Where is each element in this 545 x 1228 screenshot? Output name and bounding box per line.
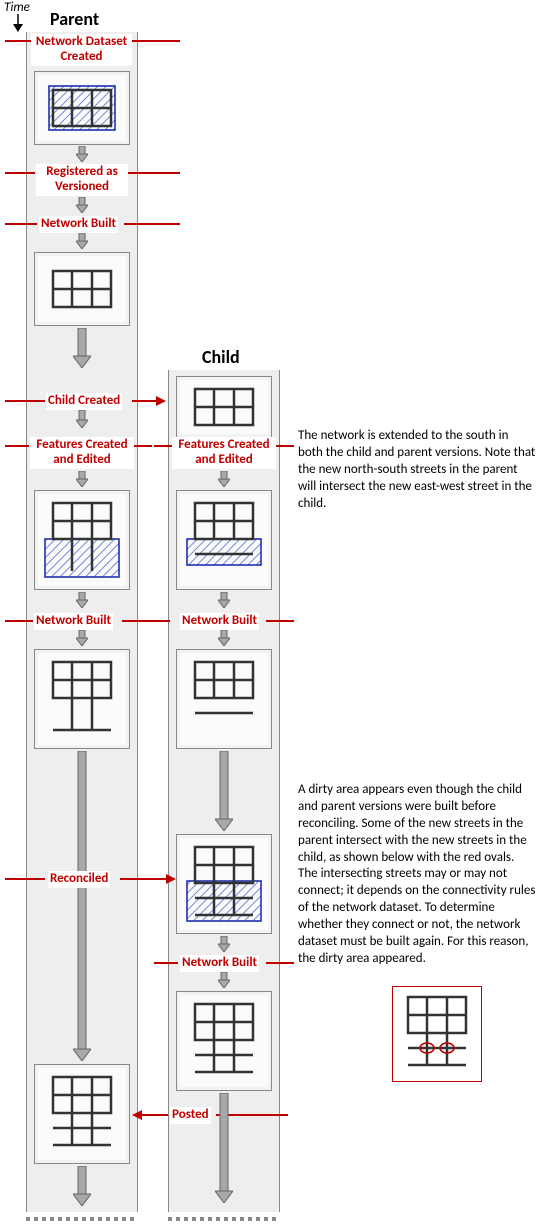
description-1: The network is extended to the south in … [298, 428, 536, 512]
arrow-icon [76, 471, 88, 487]
event-network-built-p2: Network Built [34, 613, 113, 630]
parent-thumb-5 [34, 1064, 130, 1164]
child-thumb-5 [176, 991, 272, 1091]
event-network-built-c2: Network Built [180, 613, 259, 630]
arrow-icon [215, 1093, 233, 1203]
event-posted: Posted [170, 1107, 211, 1124]
time-label: Time [4, 0, 30, 15]
event-registered-versioned: Registered asVersioned [36, 164, 128, 196]
arrow-icon [218, 630, 230, 646]
arrow-icon [215, 751, 233, 831]
arrow-icon [73, 1166, 91, 1206]
arrow-icon [218, 471, 230, 487]
arrow-icon [218, 972, 230, 988]
child-header: Child [202, 346, 240, 368]
parent-thumb-4 [34, 649, 130, 749]
arrow-icon [73, 328, 91, 368]
parent-thumb-1 [34, 71, 130, 145]
arrow-icon [76, 592, 88, 608]
arrow-icon [218, 592, 230, 608]
arrow-icon [76, 630, 88, 646]
description-2: A dirty area appears even though the chi… [298, 782, 536, 968]
arrow-icon [73, 751, 91, 1061]
parent-thumb-2 [34, 252, 130, 326]
inset-detail [392, 986, 482, 1082]
event-network-dataset-created: Network DatasetCreated [31, 34, 132, 66]
time-arrow-icon [12, 14, 24, 37]
event-child-created: Child Created [46, 393, 122, 410]
event-features-parent: Features Createdand Edited [30, 437, 134, 469]
event-features-child: Features Createdand Edited [172, 437, 276, 469]
arrow-icon [76, 197, 88, 213]
diagram-canvas: Time Parent Child Network DatasetCreated [0, 0, 545, 1228]
event-network-built-c3: Network Built [180, 955, 259, 972]
event-network-built-1: Network Built [39, 216, 118, 233]
child-thumb-4 [176, 834, 272, 934]
parent-thumb-3 [34, 490, 130, 590]
child-thumb-1 [176, 376, 272, 438]
arrow-icon [76, 410, 88, 428]
arrow-icon [218, 936, 230, 952]
arrow-icon [76, 146, 88, 162]
child-thumb-2 [176, 490, 272, 590]
arrow-icon [76, 233, 88, 249]
parent-header: Parent [50, 8, 99, 30]
child-thumb-3 [176, 649, 272, 749]
event-reconciled: Reconciled [48, 871, 110, 888]
